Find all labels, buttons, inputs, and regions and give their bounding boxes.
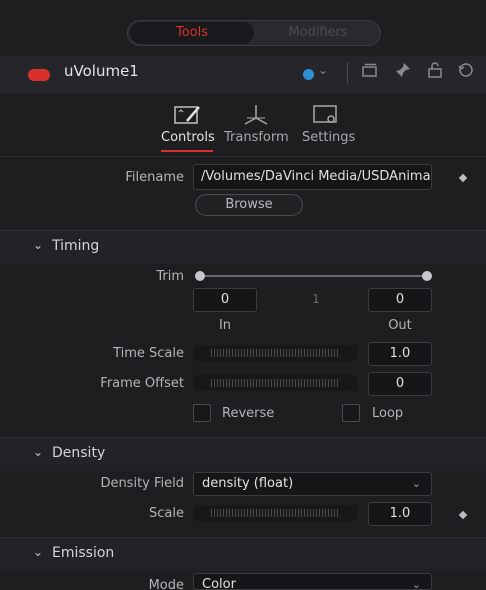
chevron-down-icon: ⌄ (411, 477, 421, 490)
chevron-down-icon[interactable]: ⌄ (33, 238, 43, 252)
node-name: uVolume1 (64, 62, 139, 80)
browse-button[interactable]: Browse (195, 194, 303, 216)
chevron-down-icon[interactable]: ⌄ (33, 445, 43, 459)
frame-offset-field[interactable]: 0 (368, 372, 432, 396)
reverse-label: Reverse (222, 406, 275, 421)
loop-checkbox[interactable] (342, 404, 360, 422)
time-scale-slider[interactable] (193, 345, 357, 361)
trim-mid-value: 1 (312, 292, 320, 306)
tools-tab[interactable]: Tools (130, 22, 254, 44)
filename-field[interactable]: /Volumes/DaVinci Media/USDAnima (193, 164, 432, 190)
reverse-checkbox[interactable] (193, 404, 211, 422)
transform-icon[interactable] (241, 103, 271, 131)
trim-in-field[interactable]: 0 (193, 288, 257, 312)
keyframe-diamond-icon[interactable] (458, 510, 468, 520)
filename-label: Filename (125, 170, 184, 185)
reset-icon[interactable] (458, 62, 474, 82)
frame-offset-label: Frame Offset (100, 376, 184, 391)
trim-in-handle[interactable] (195, 271, 205, 281)
emission-section-title: Emission (52, 545, 115, 561)
scale-label: Scale (149, 506, 184, 521)
pin-icon[interactable] (395, 62, 411, 82)
density-field-value: density (float) (202, 476, 294, 491)
trim-out-field[interactable]: 0 (368, 288, 432, 312)
controls-icon[interactable] (173, 103, 203, 131)
panel-toggle: Tools Modifiers (127, 20, 381, 46)
density-section-title: Density (52, 445, 106, 461)
tab-controls[interactable]: Controls (161, 130, 215, 145)
chevron-down-icon[interactable]: ⌄ (318, 63, 328, 77)
active-tab-indicator (161, 150, 213, 152)
mode-dropdown[interactable]: Color ⌄ (193, 573, 432, 590)
trim-range-track[interactable] (200, 275, 428, 277)
versions-icon[interactable] (361, 62, 379, 82)
header-divider (347, 62, 348, 84)
keyframe-diamond-icon[interactable] (458, 173, 468, 183)
chevron-down-icon: ⌄ (411, 578, 421, 590)
scale-slider[interactable] (193, 505, 357, 521)
loop-label: Loop (372, 406, 404, 421)
in-label: In (218, 318, 232, 333)
timing-section-title: Timing (52, 238, 100, 254)
modifiers-tab[interactable]: Modifiers (256, 22, 380, 44)
settings-icon[interactable] (311, 103, 341, 131)
mode-value: Color (202, 577, 236, 590)
density-field-dropdown[interactable]: density (float) ⌄ (193, 472, 432, 496)
tabs-divider (0, 156, 486, 157)
trim-label: Trim (156, 269, 184, 284)
trim-out-handle[interactable] (422, 271, 432, 281)
time-scale-field[interactable]: 1.0 (368, 342, 432, 366)
frame-offset-slider[interactable] (193, 375, 357, 391)
tab-transform[interactable]: Transform (224, 130, 289, 145)
scale-field[interactable]: 1.0 (368, 502, 432, 526)
node-enable-toggle[interactable] (28, 69, 50, 81)
time-scale-label: Time Scale (113, 346, 184, 361)
tab-settings[interactable]: Settings (302, 130, 355, 145)
mode-label: Mode (148, 578, 184, 590)
out-label: Out (388, 318, 412, 333)
density-field-label: Density Field (100, 476, 184, 491)
node-color-swatch[interactable] (303, 69, 314, 80)
lock-icon[interactable] (427, 62, 443, 82)
chevron-down-icon[interactable]: ⌄ (33, 545, 43, 559)
